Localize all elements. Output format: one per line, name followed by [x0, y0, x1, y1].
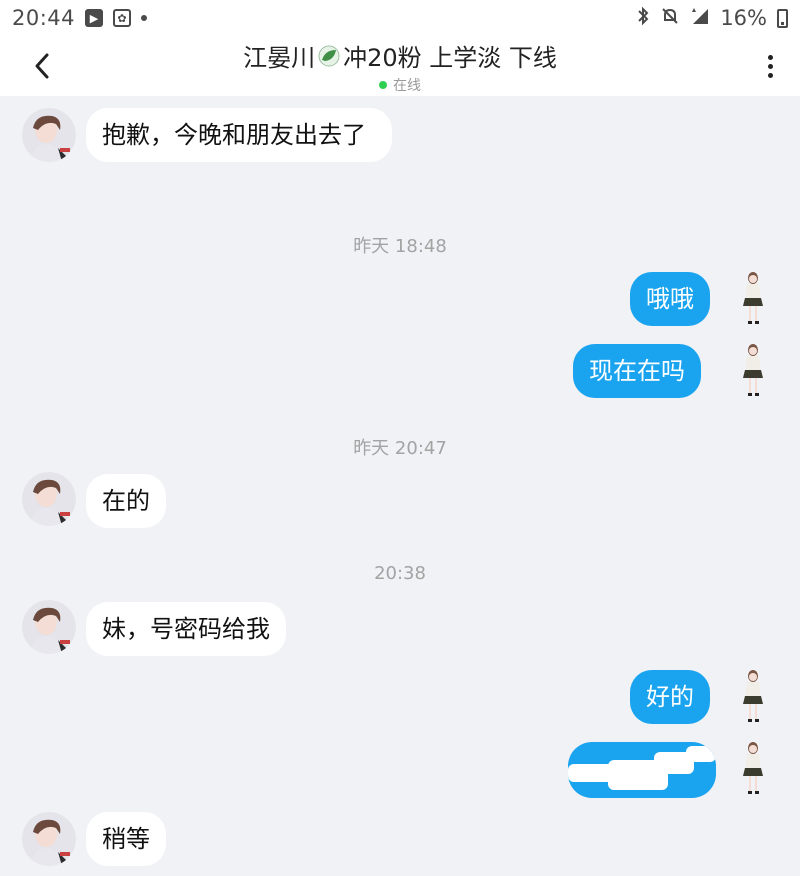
kebab-menu-icon: [767, 54, 773, 60]
my-avatar[interactable]: [740, 668, 768, 724]
message-bubble-outgoing[interactable]: 哦哦: [630, 272, 710, 326]
my-avatar[interactable]: [740, 740, 768, 796]
chevron-left-icon: [35, 53, 49, 79]
online-status: 在线: [379, 75, 421, 95]
message-list[interactable]: 抱歉，今晚和朋友出去了 昨天 18:48 哦哦 现在在吗 昨天 20:47 在的…: [0, 96, 800, 876]
chat-header: 江晏川 冲20粉 上学淡 下线 在线: [0, 36, 800, 96]
mute-icon: [660, 6, 680, 31]
more-options-button[interactable]: [758, 50, 782, 82]
contact-avatar[interactable]: [22, 600, 76, 654]
redaction-mark: [686, 746, 716, 762]
status-bar: 20:44 ▶ ✿ 16%: [0, 0, 800, 36]
leaf-emoji-icon: [318, 45, 340, 66]
message-bubble-redacted[interactable]: [568, 742, 716, 798]
message-bubble-incoming[interactable]: 稍等: [86, 812, 166, 866]
message-bubble-incoming[interactable]: 妹，号密码给我: [86, 602, 286, 656]
timestamp: 昨天 20:47: [353, 438, 447, 459]
pet-icon: ✿: [113, 9, 132, 27]
timestamp: 昨天 18:48: [353, 236, 447, 257]
battery-icon: [777, 8, 788, 28]
message-bubble-outgoing[interactable]: 好的: [630, 670, 710, 724]
contact-avatar[interactable]: [22, 108, 76, 162]
message-bubble-incoming[interactable]: 在的: [86, 474, 166, 528]
notification-dot: [141, 15, 148, 21]
contact-avatar[interactable]: [22, 472, 76, 526]
battery-percent: 16%: [720, 6, 767, 30]
message-bubble-outgoing[interactable]: 现在在吗: [573, 344, 701, 398]
app-icon: ▶: [85, 9, 104, 27]
message-bubble-incoming[interactable]: 抱歉，今晚和朋友出去了: [86, 108, 392, 162]
timestamp: 20:38: [374, 563, 426, 584]
back-button[interactable]: [26, 50, 58, 82]
my-avatar[interactable]: [740, 342, 768, 398]
status-time: 20:44: [12, 6, 76, 30]
contact-name: 江晏川 冲20粉 上学淡 下线: [243, 44, 557, 72]
my-avatar[interactable]: [740, 270, 768, 326]
online-dot-icon: [379, 81, 387, 89]
contact-avatar[interactable]: [22, 812, 76, 866]
signal-icon: [690, 6, 710, 31]
title-area[interactable]: 江晏川 冲20粉 上学淡 下线 在线: [120, 38, 680, 95]
bluetooth-icon: [636, 6, 650, 31]
